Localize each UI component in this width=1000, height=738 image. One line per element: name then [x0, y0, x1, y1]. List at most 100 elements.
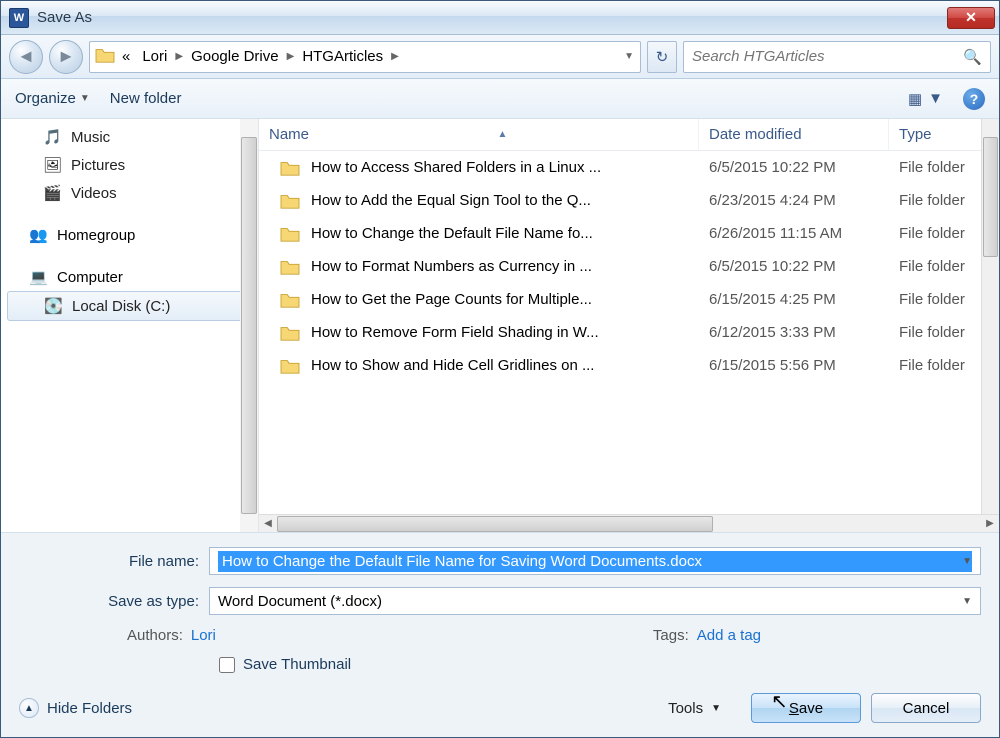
file-date: 6/5/2015 10:22 PM [699, 159, 889, 176]
refresh-button[interactable]: ↻ [647, 41, 677, 73]
table-row[interactable]: How to Change the Default File Name fo..… [259, 217, 999, 250]
save-thumbnail-label: Save Thumbnail [243, 656, 351, 673]
word-app-icon: W [9, 8, 29, 28]
file-name: How to Access Shared Folders in a Linux … [311, 159, 601, 176]
homegroup-icon: 👥 [29, 226, 49, 244]
organize-button[interactable]: Organize ▼ [15, 90, 90, 107]
search-icon: 🔍 [963, 48, 982, 66]
save-as-dialog: W Save As ✕ ◄ ► « Lori ▶ Google Drive ▶ … [0, 0, 1000, 738]
file-date: 6/15/2015 5:56 PM [699, 357, 889, 374]
tags-label: Tags: [653, 627, 689, 644]
folder-icon [279, 192, 301, 210]
breadcrumb[interactable]: « Lori ▶ Google Drive ▶ HTGArticles ▶ ▼ [89, 41, 641, 73]
filename-input[interactable] [218, 551, 972, 572]
titlebar: W Save As ✕ [1, 1, 999, 35]
file-name: How to Remove Form Field Shading in W... [311, 324, 599, 341]
savetype-combo[interactable]: Word Document (*.docx) ▼ [209, 587, 981, 615]
sidebar-item-music[interactable]: 🎵 Music [1, 123, 258, 151]
folder-icon [279, 159, 301, 177]
chevron-down-icon[interactable]: ▼ [962, 596, 972, 607]
column-name[interactable]: Name ▲ [259, 119, 699, 150]
chevron-down-icon: ▼ [711, 703, 721, 714]
chevron-down-icon[interactable]: ▼ [622, 51, 636, 62]
file-date: 6/12/2015 3:33 PM [699, 324, 889, 341]
folder-icon [279, 258, 301, 276]
file-name: How to Format Numbers as Currency in ... [311, 258, 592, 275]
sidebar-item-local-disk[interactable]: 💽 Local Disk (C:) [7, 291, 252, 321]
chevron-down-icon[interactable]: ▼ [962, 556, 972, 567]
close-button[interactable]: ✕ [947, 7, 995, 29]
folder-icon [279, 291, 301, 309]
chevron-right-icon: ▶ [285, 51, 297, 62]
file-name: How to Show and Hide Cell Gridlines on .… [311, 357, 594, 374]
file-date: 6/23/2015 4:24 PM [699, 192, 889, 209]
view-icon: ▦ [908, 90, 922, 108]
sidebar-item-computer[interactable]: 💻 Computer [1, 263, 258, 291]
table-row[interactable]: How to Remove Form Field Shading in W...… [259, 316, 999, 349]
new-folder-button[interactable]: New folder [110, 90, 182, 107]
bottom-panel: File name: ▼ Save as type: Word Document… [1, 532, 999, 737]
file-name: How to Get the Page Counts for Multiple.… [311, 291, 592, 308]
dialog-title: Save As [37, 9, 947, 26]
folder-icon [94, 46, 116, 68]
file-date: 6/15/2015 4:25 PM [699, 291, 889, 308]
authors-label: Authors: [127, 627, 183, 644]
sort-asc-icon: ▲ [498, 129, 508, 140]
table-row[interactable]: How to Format Numbers as Currency in ...… [259, 250, 999, 283]
pictures-icon: 🖼 [43, 156, 63, 174]
table-row[interactable]: How to Show and Hide Cell Gridlines on .… [259, 349, 999, 382]
computer-icon: 💻 [29, 268, 49, 286]
file-name: How to Add the Equal Sign Tool to the Q.… [311, 192, 591, 209]
sidebar-item-videos[interactable]: 🎬 Videos [1, 179, 258, 207]
search-input[interactable] [692, 48, 963, 65]
chevron-right-icon: ▶ [173, 51, 185, 62]
help-button[interactable]: ? [963, 88, 985, 110]
breadcrumb-seg[interactable]: Google Drive [185, 42, 285, 72]
column-date[interactable]: Date modified [699, 119, 889, 150]
file-list: Name ▲ Date modified Type How to Access … [259, 119, 999, 532]
file-date: 6/5/2015 10:22 PM [699, 258, 889, 275]
disk-icon: 💽 [44, 297, 64, 315]
search-box[interactable]: 🔍 [683, 41, 991, 73]
scroll-left-icon[interactable]: ◀ [259, 516, 277, 532]
list-header: Name ▲ Date modified Type [259, 119, 999, 151]
breadcrumb-seg[interactable]: Lori [136, 42, 173, 72]
view-options-button[interactable]: ▦ ▼ [908, 90, 943, 108]
breadcrumb-seg[interactable]: HTGArticles [296, 42, 389, 72]
videos-icon: 🎬 [43, 184, 63, 202]
chevron-right-icon: ▶ [389, 51, 401, 62]
save-thumbnail-checkbox[interactable] [219, 657, 235, 673]
horizontal-scrollbar[interactable]: ◀ ▶ [259, 514, 999, 532]
scroll-right-icon[interactable]: ▶ [981, 516, 999, 532]
table-row[interactable]: How to Add the Equal Sign Tool to the Q.… [259, 184, 999, 217]
savetype-label: Save as type: [19, 593, 199, 610]
forward-button[interactable]: ► [49, 40, 83, 74]
save-button[interactable]: Save [751, 693, 861, 723]
filename-label: File name: [19, 553, 199, 570]
authors-value[interactable]: Lori [191, 627, 216, 644]
toolbar: Organize ▼ New folder ▦ ▼ ? [1, 79, 999, 119]
hide-folders-button[interactable]: ▲ Hide Folders [19, 698, 132, 718]
table-row[interactable]: How to Get the Page Counts for Multiple.… [259, 283, 999, 316]
file-date: 6/26/2015 11:15 AM [699, 225, 889, 242]
vertical-scrollbar[interactable] [981, 119, 999, 514]
breadcrumb-prefix[interactable]: « [116, 42, 136, 72]
sidebar-scrollbar[interactable] [240, 119, 258, 532]
tools-button[interactable]: Tools ▼ [668, 700, 721, 717]
folder-icon [279, 357, 301, 375]
nav-row: ◄ ► « Lori ▶ Google Drive ▶ HTGArticles … [1, 35, 999, 79]
file-name: How to Change the Default File Name fo..… [311, 225, 593, 242]
chevron-down-icon: ▼ [80, 93, 90, 104]
list-body: How to Access Shared Folders in a Linux … [259, 151, 999, 514]
back-button[interactable]: ◄ [9, 40, 43, 74]
music-icon: 🎵 [43, 128, 63, 146]
table-row[interactable]: How to Access Shared Folders in a Linux … [259, 151, 999, 184]
filename-combo[interactable]: ▼ [209, 547, 981, 575]
folder-icon [279, 324, 301, 342]
sidebar-item-pictures[interactable]: 🖼 Pictures [1, 151, 258, 179]
sidebar-item-homegroup[interactable]: 👥 Homegroup [1, 221, 258, 249]
chevron-down-icon: ▼ [928, 90, 943, 107]
tags-value[interactable]: Add a tag [697, 627, 761, 644]
sidebar: 🎵 Music 🖼 Pictures 🎬 Videos 👥 Homegroup … [1, 119, 259, 532]
cancel-button[interactable]: Cancel [871, 693, 981, 723]
